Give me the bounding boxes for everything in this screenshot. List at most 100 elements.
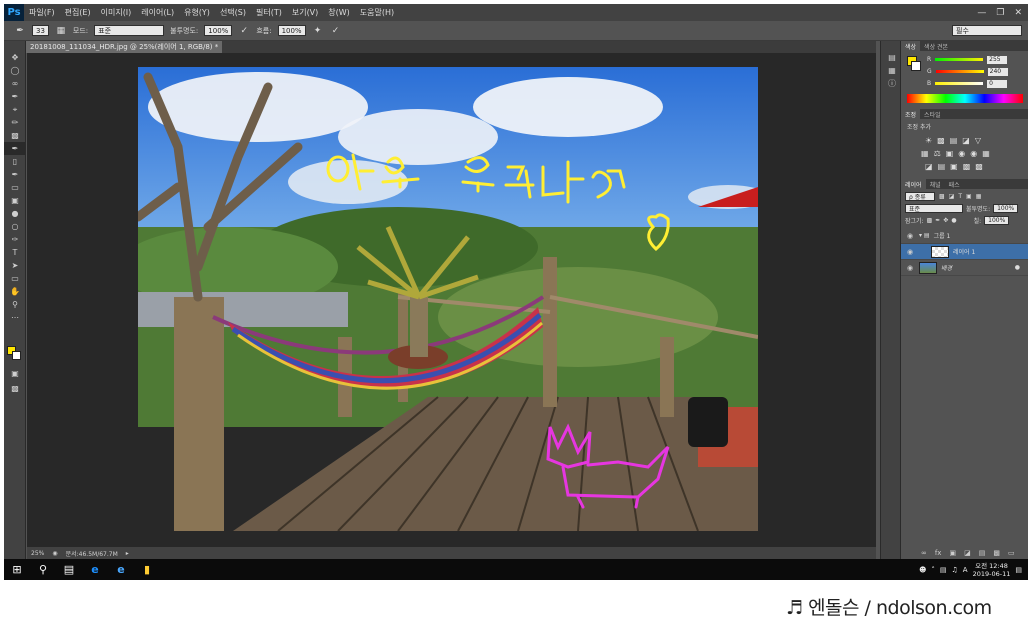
invert-icon[interactable]: ◪ <box>925 162 933 171</box>
lock-all-icon[interactable]: ● <box>951 217 956 224</box>
curves-icon[interactable]: ▤ <box>950 136 958 145</box>
tab-adjustments[interactable]: 조정 <box>901 109 921 119</box>
opacity-input[interactable]: 100% <box>204 25 233 36</box>
edge-browser-icon[interactable]: e <box>82 559 108 580</box>
canvas-area[interactable] <box>27 53 876 547</box>
eyedropper-tool-icon[interactable]: ✏ <box>4 116 26 129</box>
color-lookup-icon[interactable]: ▦ <box>982 149 990 158</box>
type-tool-icon[interactable]: T <box>4 246 26 259</box>
dodge-tool-icon[interactable]: ○ <box>4 220 26 233</box>
filter-type-icon[interactable]: T <box>958 193 962 200</box>
quick-select-tool-icon[interactable]: ✒ <box>4 90 26 103</box>
layer-style-icon[interactable]: fx <box>935 549 942 557</box>
gradient-map-icon[interactable]: ▩ <box>963 162 971 171</box>
restore-icon[interactable]: ❐ <box>996 8 1004 18</box>
link-layers-icon[interactable]: ∞ <box>921 549 927 557</box>
hand-tool-icon[interactable]: ✋ <box>4 285 26 298</box>
layer-row-layer1[interactable]: ◉ 레이어 1 <box>901 244 1028 260</box>
lock-pixels-icon[interactable]: ▩ <box>927 217 933 224</box>
hue-sat-icon[interactable]: ▦ <box>921 149 929 158</box>
history-brush-tool-icon[interactable]: ✒ <box>4 168 26 181</box>
tab-paths[interactable]: 패스 <box>945 179 964 189</box>
menu-window[interactable]: 창(W) <box>323 7 355 18</box>
tab-layers[interactable]: 레이어 <box>901 179 926 189</box>
screen-mode-icon[interactable]: ▩ <box>4 382 26 395</box>
task-view-icon[interactable]: ▤ <box>56 559 82 580</box>
red-value[interactable]: 255 <box>987 55 1008 64</box>
ime-indicator[interactable]: A <box>963 566 968 574</box>
chevron-up-icon[interactable]: ˄ <box>931 566 935 574</box>
document-photo[interactable] <box>138 67 758 531</box>
new-layer-icon[interactable]: ▩ <box>993 549 1000 557</box>
brush-tool-icon[interactable]: ✒ <box>4 142 26 155</box>
menu-view[interactable]: 보기(V) <box>287 7 323 18</box>
color-balance-icon[interactable]: ⚖ <box>934 149 941 158</box>
eraser-tool-icon[interactable]: ▭ <box>4 181 26 194</box>
threshold-icon[interactable]: ▣ <box>950 162 958 171</box>
new-group-icon[interactable]: ▤ <box>979 549 986 557</box>
internet-explorer-icon[interactable]: e <box>108 559 134 580</box>
layer-opacity-input[interactable]: 100% <box>993 203 1019 213</box>
blue-slider[interactable] <box>935 82 984 85</box>
layer-kind-filter[interactable]: ρ 종류 <box>905 192 935 201</box>
blur-tool-icon[interactable]: ● <box>4 207 26 220</box>
lock-position-icon[interactable]: ✥ <box>943 217 948 224</box>
zoom-level[interactable]: 25% <box>31 550 44 557</box>
document-tab[interactable]: 20181008_111034_HDR.jpg @ 25%(레이어 1, RGB… <box>26 41 223 53</box>
volume-icon[interactable]: ♫ <box>952 566 958 574</box>
crop-tool-icon[interactable]: ⌖ <box>4 103 26 116</box>
brush-size-picker[interactable]: 33 <box>32 25 49 36</box>
menu-filter[interactable]: 필터(T) <box>251 7 287 18</box>
network-icon[interactable]: ▤ <box>940 566 947 574</box>
exposure-icon[interactable]: ◪ <box>962 136 970 145</box>
photo-filter-icon[interactable]: ◉ <box>958 149 965 158</box>
pressure-opacity-icon[interactable]: ✓ <box>238 25 250 37</box>
windows-start-icon[interactable]: ⊞ <box>4 559 30 580</box>
file-explorer-icon[interactable]: ▮ <box>134 559 160 580</box>
delete-layer-icon[interactable]: ▭ <box>1008 549 1015 557</box>
fill-input[interactable]: 100% <box>984 215 1010 225</box>
tab-color[interactable]: 색상 <box>901 41 921 51</box>
menu-help[interactable]: 도움말(H) <box>355 7 399 18</box>
layer-row-background[interactable]: ◉ 배경 ● <box>901 260 1028 276</box>
tab-channels[interactable]: 채널 <box>926 179 945 189</box>
green-value[interactable]: 240 <box>987 67 1008 76</box>
channel-mixer-icon[interactable]: ◉ <box>970 149 977 158</box>
menu-file[interactable]: 파일(F) <box>24 7 60 18</box>
visibility-eye-icon[interactable]: ◉ <box>907 232 915 240</box>
background-color-swatch[interactable] <box>12 351 21 360</box>
clock[interactable]: 오전 12:48 2019-06-11 <box>973 562 1011 578</box>
filter-pixel-icon[interactable]: ▩ <box>939 193 945 200</box>
levels-icon[interactable]: ▩ <box>937 136 945 145</box>
marquee-tool-icon[interactable]: ◯ <box>4 64 26 77</box>
search-icon[interactable]: ⚲ <box>30 559 56 580</box>
pen-tool-icon[interactable]: ✑ <box>4 233 26 246</box>
filter-adjust-icon[interactable]: ◪ <box>949 193 955 200</box>
filter-smart-icon[interactable]: ▦ <box>976 193 982 200</box>
blue-value[interactable]: 0 <box>987 79 1008 88</box>
close-icon[interactable]: ✕ <box>1014 8 1022 18</box>
stamp-tool-icon[interactable]: ▯ <box>4 155 26 168</box>
mode-select[interactable]: 표준 <box>94 25 165 36</box>
filter-shape-icon[interactable]: ▣ <box>966 193 972 200</box>
visibility-eye-icon[interactable]: ◉ <box>907 264 915 272</box>
people-icon[interactable]: ☻ <box>919 566 926 574</box>
lasso-tool-icon[interactable]: ∞ <box>4 77 26 90</box>
lock-paint-icon[interactable]: ✒ <box>935 217 940 224</box>
brightness-icon[interactable]: ☀ <box>925 136 932 145</box>
posterize-icon[interactable]: ▤ <box>938 162 946 171</box>
menu-image[interactable]: 이미지(I) <box>96 7 137 18</box>
shape-tool-icon[interactable]: ▭ <box>4 272 26 285</box>
menu-type[interactable]: 유형(Y) <box>179 7 215 18</box>
move-tool-icon[interactable]: ✥ <box>4 51 26 64</box>
workspace-select[interactable]: 필수 <box>952 25 1022 36</box>
color-spectrum[interactable] <box>907 94 1023 103</box>
more-tools-icon[interactable]: ⋯ <box>4 311 26 324</box>
minimize-icon[interactable]: — <box>977 8 986 18</box>
red-slider[interactable] <box>935 58 984 61</box>
blend-mode-select[interactable]: 표준 <box>905 203 963 213</box>
tab-swatches[interactable]: 색상 견본 <box>920 41 952 51</box>
selective-color-icon[interactable]: ▩ <box>975 162 983 171</box>
brush-panel-icon[interactable]: ▦ <box>55 25 67 37</box>
airbrush-icon[interactable]: ✦ <box>312 25 324 37</box>
